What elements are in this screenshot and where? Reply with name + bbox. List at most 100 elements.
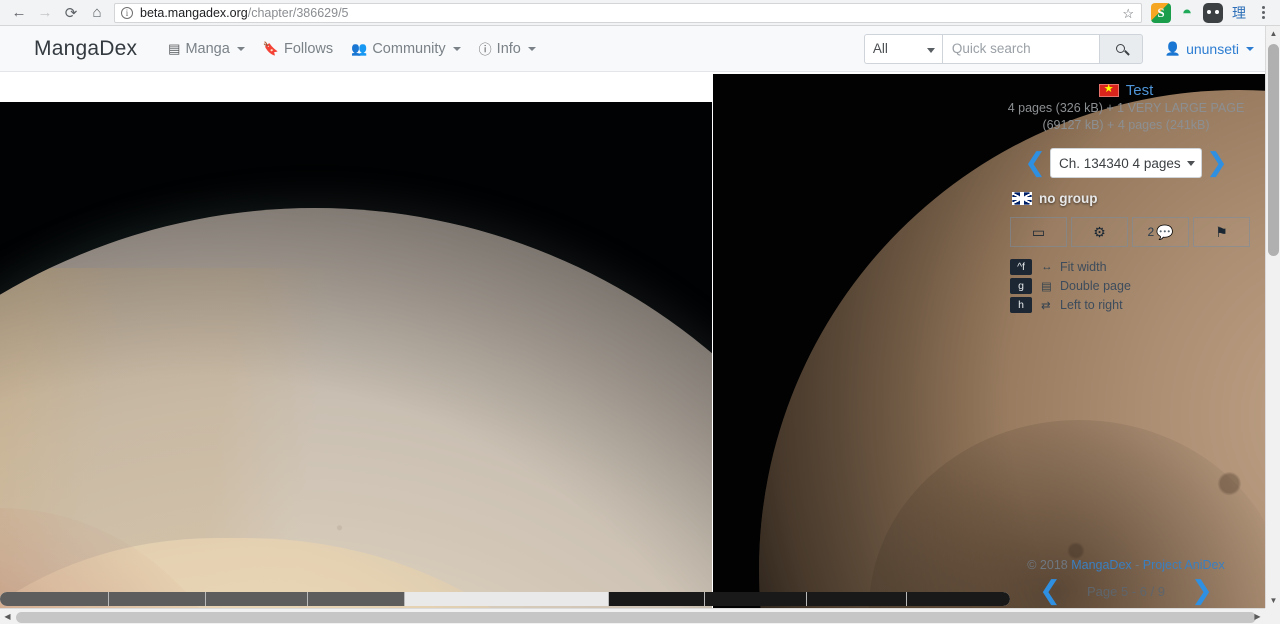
report-button[interactable]: ⚑ <box>1193 217 1250 247</box>
url-text: beta.mangadex.org/chapter/386629/5 <box>140 6 349 20</box>
address-bar[interactable]: i beta.mangadex.org/chapter/386629/5 ☆ <box>114 2 1142 23</box>
keycap-fit-width: ^f <box>1010 259 1032 275</box>
brand-logo[interactable]: MangaDex <box>34 37 137 61</box>
chevron-down-icon <box>452 46 461 51</box>
chapter-title-row: Test <box>1000 72 1252 99</box>
chapter-size-line-1: 4 pages (326 kB) + 1 VERY LARGE PAGE <box>1007 101 1245 115</box>
user-menu[interactable]: 👤 ununseti <box>1165 41 1254 57</box>
users-icon: 👥 <box>351 40 368 56</box>
page-progress-segment[interactable] <box>0 592 110 606</box>
page-progress-bar[interactable] <box>0 592 1010 606</box>
shortcut-fit-width[interactable]: ↔ Fit width <box>1041 259 1131 275</box>
manga-page-left[interactable] <box>0 102 712 610</box>
vertical-scrollbar-thumb[interactable] <box>1268 44 1279 256</box>
navbar-right-group: All 👤 ununseti <box>863 33 1254 64</box>
shortcut-label-column: ↔ Fit width ▤ Double page ⇄ Left to righ… <box>1041 259 1131 313</box>
copyright-separator: - <box>1131 558 1143 572</box>
flag-icon: ⚑ <box>1215 223 1228 240</box>
bookmark-star-icon[interactable]: ☆ <box>1122 6 1134 22</box>
search-button[interactable] <box>1098 33 1143 64</box>
page-progress-segment[interactable] <box>907 592 1010 606</box>
search-group: All <box>863 33 1143 64</box>
bookmark-icon: 🔖 <box>262 40 279 56</box>
info-circle-icon: ⓘ <box>478 42 492 57</box>
comment-icon: 💬 <box>1156 223 1174 240</box>
chrome-menu-button[interactable] <box>1252 1 1274 25</box>
page-progress-segment[interactable] <box>109 592 206 606</box>
prev-chapter-button[interactable]: ❮ <box>1024 150 1046 176</box>
url-path: /chapter/386629/5 <box>247 5 349 20</box>
mangadex-link[interactable]: MangaDex <box>1071 558 1131 572</box>
reader-viewport: Test 4 pages (326 kB) + 1 VERY LARGE PAG… <box>0 72 1266 610</box>
page-progress-segment[interactable] <box>404 592 609 606</box>
reload-button[interactable]: ⟳ <box>58 1 84 25</box>
nav-item-manga[interactable]: ▤ Manga <box>159 37 254 61</box>
search-input[interactable] <box>941 33 1099 64</box>
page-progress-segment[interactable] <box>608 592 706 606</box>
chevron-down-icon <box>926 47 935 53</box>
droplet-extension-icon[interactable]: ◓ <box>1177 3 1197 23</box>
shortcut-reading-direction[interactable]: ⇄ Left to right <box>1041 297 1131 313</box>
url-host: beta.mangadex.org <box>140 5 248 20</box>
chapter-select-value: Ch. 134340 4 pages <box>1059 155 1181 171</box>
search-scope-select[interactable]: All <box>863 33 942 64</box>
scroll-right-arrow[interactable]: ▶ <box>1250 609 1265 624</box>
shortcut-fit-width-label: Fit width <box>1060 260 1107 274</box>
display-mode-button[interactable]: ▭ <box>1010 217 1067 247</box>
reader-tool-row: ▭ ⚙ 2 💬 ⚑ <box>1010 217 1252 247</box>
double-page-icon: ▤ <box>1041 281 1052 293</box>
nav-item-info[interactable]: ⓘ Info <box>470 35 545 62</box>
chevron-down-icon <box>1187 161 1195 166</box>
nav-item-info-label: Info <box>496 40 521 57</box>
dark-reader-extension-icon[interactable] <box>1203 2 1223 23</box>
page-indicator: Page 5 - 6 / 9 <box>1086 583 1166 599</box>
chapter-size-info: 4 pages (326 kB) + 1 VERY LARGE PAGE (69… <box>1000 99 1252 134</box>
group-name-label: no group <box>1039 191 1098 206</box>
vietnam-flag-icon <box>1098 82 1119 97</box>
page-progress-segment[interactable] <box>205 592 308 606</box>
horizontal-scrollbar-thumb[interactable] <box>16 612 1256 623</box>
nav-item-community-label: Community <box>372 40 446 57</box>
site-navbar: MangaDex ▤ Manga 🔖 Follows 👥 Community ⓘ… <box>0 26 1266 72</box>
page-progress-segment[interactable] <box>705 592 808 606</box>
cjk-dictionary-extension-icon[interactable]: 理 <box>1229 3 1249 23</box>
scroll-down-arrow[interactable]: ▼ <box>1266 593 1280 608</box>
shortcut-double-page[interactable]: ▤ Double page <box>1041 278 1131 294</box>
scroll-up-arrow[interactable]: ▲ <box>1266 26 1280 41</box>
forward-button[interactable]: → <box>32 1 58 25</box>
next-page-button[interactable]: ❯ <box>1191 578 1213 604</box>
scrollbar-corner <box>1265 608 1280 624</box>
gear-icon: ⚙ <box>1093 223 1106 240</box>
chapter-select[interactable]: Ch. 134340 4 pages <box>1050 148 1202 178</box>
page-progress-segment[interactable] <box>307 592 405 606</box>
keycap-reading-direction: h <box>1010 297 1032 313</box>
comments-button[interactable]: 2 💬 <box>1132 217 1189 247</box>
pluto-disc <box>0 208 712 610</box>
page-progress-segment[interactable] <box>807 592 908 606</box>
copyright-prefix: © 2018 <box>1027 558 1072 572</box>
prev-page-button[interactable]: ❮ <box>1039 578 1061 604</box>
project-anidex-link[interactable]: Project AniDex <box>1143 558 1225 572</box>
scroll-left-arrow[interactable]: ◀ <box>0 609 15 624</box>
home-button[interactable]: ⌂ <box>84 1 110 25</box>
shortcut-reading-direction-label: Left to right <box>1060 298 1123 312</box>
page-navigation: ❮ Page 5 - 6 / 9 ❯ <box>1000 578 1252 604</box>
nav-item-follows[interactable]: 🔖 Follows <box>254 37 342 61</box>
scanlation-group-row[interactable]: no group <box>1000 191 1252 206</box>
horizontal-scrollbar[interactable]: ◀ ▶ <box>0 608 1280 624</box>
username-label: ununseti <box>1186 40 1239 57</box>
nav-item-community[interactable]: 👥 Community <box>342 37 470 61</box>
next-chapter-button[interactable]: ❯ <box>1206 150 1228 176</box>
chapter-title[interactable]: Test <box>1126 82 1154 99</box>
back-button[interactable]: ← <box>6 1 32 25</box>
chapter-navigation: ❮ Ch. 134340 4 pages ❯ <box>1000 148 1252 178</box>
keyboard-shortcuts: ^f g h ↔ Fit width ▤ Double page ⇄ Left … <box>1010 259 1252 313</box>
search-icon <box>1116 44 1126 53</box>
settings-button[interactable]: ⚙ <box>1071 217 1128 247</box>
stylish-extension-icon[interactable]: S <box>1151 2 1171 23</box>
shortcut-double-page-label: Double page <box>1060 279 1131 293</box>
nav-item-manga-label: Manga <box>185 40 230 57</box>
keycap-double-page: g <box>1010 278 1032 294</box>
vertical-scrollbar[interactable]: ▲ ▼ <box>1265 26 1280 608</box>
site-info-icon[interactable]: i <box>121 6 133 19</box>
